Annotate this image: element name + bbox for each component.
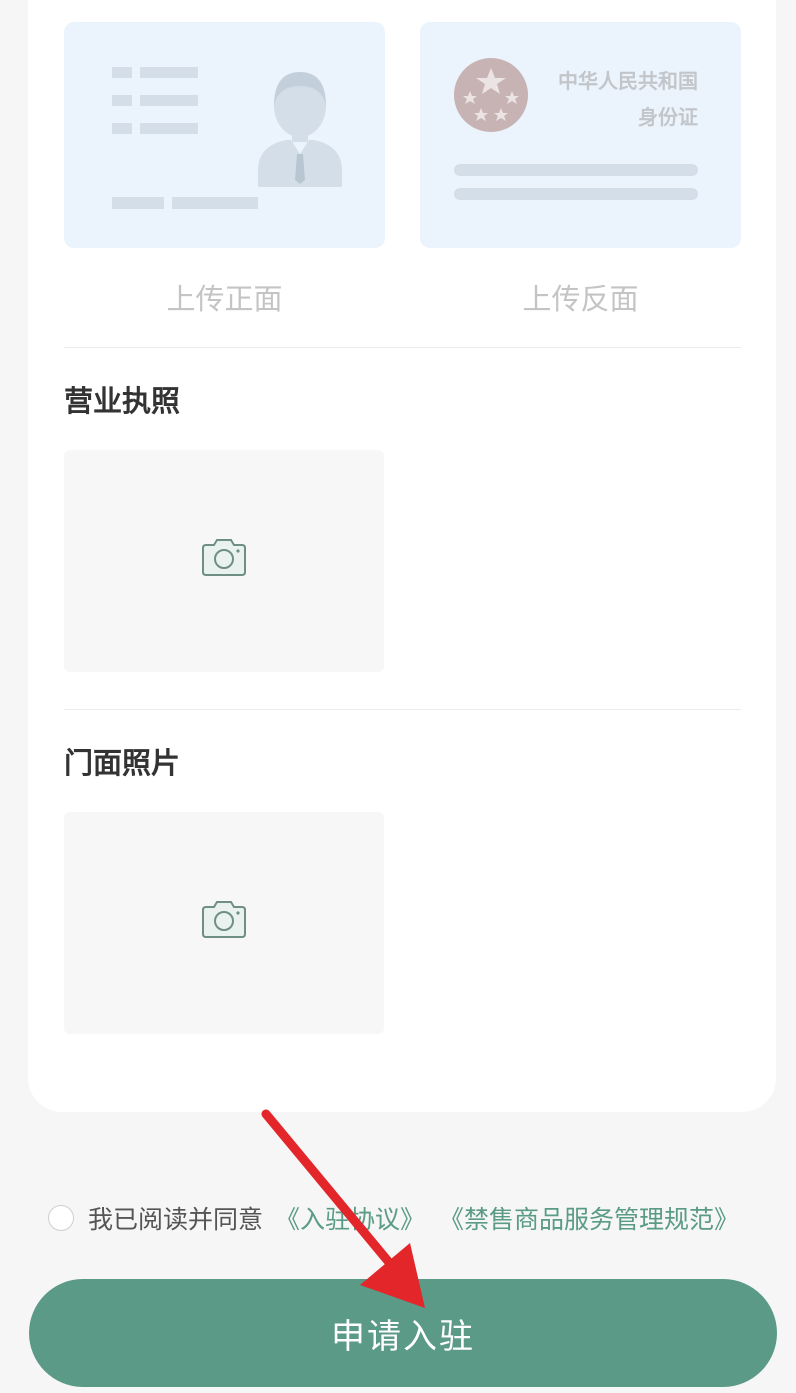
prohibited-goods-policy-link[interactable]: 《禁售商品服务管理规范》 (439, 1200, 739, 1236)
agreement-row: 我已阅读并同意 《入驻协议》 《禁售商品服务管理规范》 (48, 1198, 753, 1238)
divider (64, 347, 741, 348)
divider (64, 709, 741, 710)
camera-icon (202, 539, 246, 576)
apply-button[interactable]: 申请入驻 (29, 1279, 777, 1387)
upload-back-label[interactable]: 上传反面 (420, 276, 741, 318)
id-back-upload[interactable]: 中华人民共和国 身份证 (420, 22, 741, 248)
settlement-agreement-link[interactable]: 《入驻协议》 (275, 1200, 425, 1236)
id-front-upload[interactable] (64, 22, 385, 248)
storefront-photo-upload[interactable] (64, 812, 384, 1034)
id-back-title: 中华人民共和国 (558, 69, 698, 93)
camera-icon (202, 901, 246, 938)
upload-front-label[interactable]: 上传正面 (64, 276, 385, 318)
storefront-photo-title: 门面照片 (64, 746, 181, 780)
id-back-illustration: 中华人民共和国 身份证 (454, 58, 698, 200)
id-front-illustration (112, 67, 342, 209)
business-license-title: 营业执照 (64, 384, 181, 418)
business-license-upload[interactable] (64, 450, 384, 672)
id-back-subtitle: 身份证 (638, 105, 698, 129)
agreement-text: 我已阅读并同意 (88, 1205, 264, 1234)
agreement-checkbox[interactable] (48, 1205, 74, 1231)
